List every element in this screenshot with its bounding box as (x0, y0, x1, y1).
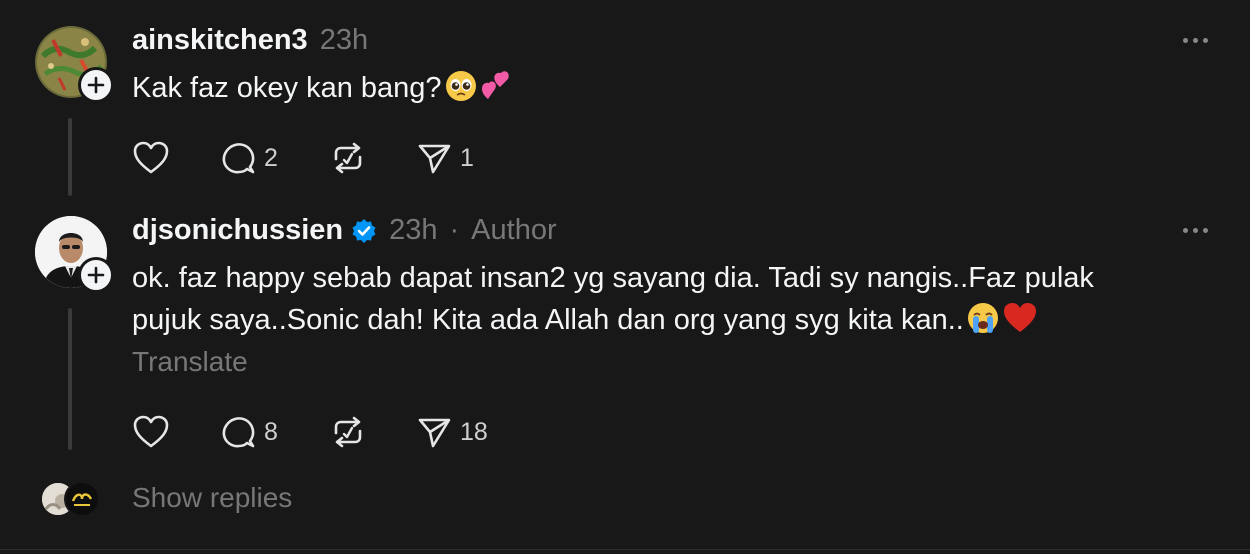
send-icon (418, 144, 451, 174)
reply-button[interactable]: 8 (220, 414, 330, 450)
reply-count: 2 (264, 143, 278, 172)
reply-count: 8 (264, 417, 278, 446)
repost-button[interactable] (330, 140, 416, 176)
timestamp[interactable]: 23h (389, 214, 437, 247)
username[interactable]: ainskitchen3 (132, 24, 308, 57)
two-hearts-emoji (480, 69, 516, 115)
share-button[interactable]: 18 (416, 414, 488, 450)
like-button[interactable] (132, 414, 220, 450)
comment-header: ainskitchen3 23h (132, 24, 368, 57)
thread-line (68, 118, 72, 196)
follow-plus-button[interactable] (78, 257, 114, 293)
comment-text-line-2: pujuk saya..Sonic dah! Kita ada Allah da… (132, 299, 1094, 347)
author-label: Author (471, 214, 557, 246)
send-icon (418, 418, 451, 448)
action-bar: 2 1 (132, 140, 474, 176)
comment-icon (222, 143, 255, 174)
repost-button[interactable] (330, 414, 416, 450)
comment-djsonichussien: djsonichussien 23h · Author ok. faz happ… (0, 200, 1250, 480)
comment-text: ok. faz happy sebab dapat insan2 yg saya… (132, 257, 1094, 347)
timestamp[interactable]: 23h (320, 24, 368, 57)
heart-icon (133, 415, 169, 448)
comment-ainskitchen3: ainskitchen3 23h Kak faz okey kan bang? … (0, 0, 1250, 200)
separator-dot: · (449, 214, 460, 246)
thread-line (68, 308, 72, 450)
reply-button[interactable]: 2 (220, 140, 330, 176)
repost-icon (334, 416, 362, 448)
loudly-crying-face-emoji (966, 301, 1000, 347)
verified-badge-icon (351, 218, 377, 244)
reply-avatar-2 (64, 481, 100, 517)
pleading-face-emoji (444, 69, 478, 115)
comment-text-content: Kak faz okey kan bang? (132, 72, 442, 104)
follow-plus-button[interactable] (78, 67, 114, 103)
divider (0, 549, 1250, 550)
comment-header: djsonichussien 23h · Author (132, 214, 557, 247)
action-bar: 8 18 (132, 414, 488, 450)
share-count: 18 (460, 417, 488, 446)
comment-icon (222, 417, 255, 448)
heart-icon (133, 141, 169, 174)
more-options-button[interactable] (1183, 228, 1208, 233)
comment-text-line-2-content: pujuk saya..Sonic dah! Kita ada Allah da… (132, 304, 964, 336)
more-options-button[interactable] (1183, 38, 1208, 43)
red-heart-emoji (1002, 301, 1038, 347)
comment-text-line-1: ok. faz happy sebab dapat insan2 yg saya… (132, 262, 1094, 294)
repost-icon (334, 142, 362, 174)
comment-text: Kak faz okey kan bang? (132, 67, 516, 115)
share-button[interactable]: 1 (416, 140, 474, 176)
show-replies-button[interactable]: Show replies (132, 482, 292, 514)
share-count: 1 (460, 143, 474, 172)
like-button[interactable] (132, 140, 220, 176)
username[interactable]: djsonichussien (132, 214, 343, 247)
translate-button[interactable]: Translate (132, 346, 248, 378)
